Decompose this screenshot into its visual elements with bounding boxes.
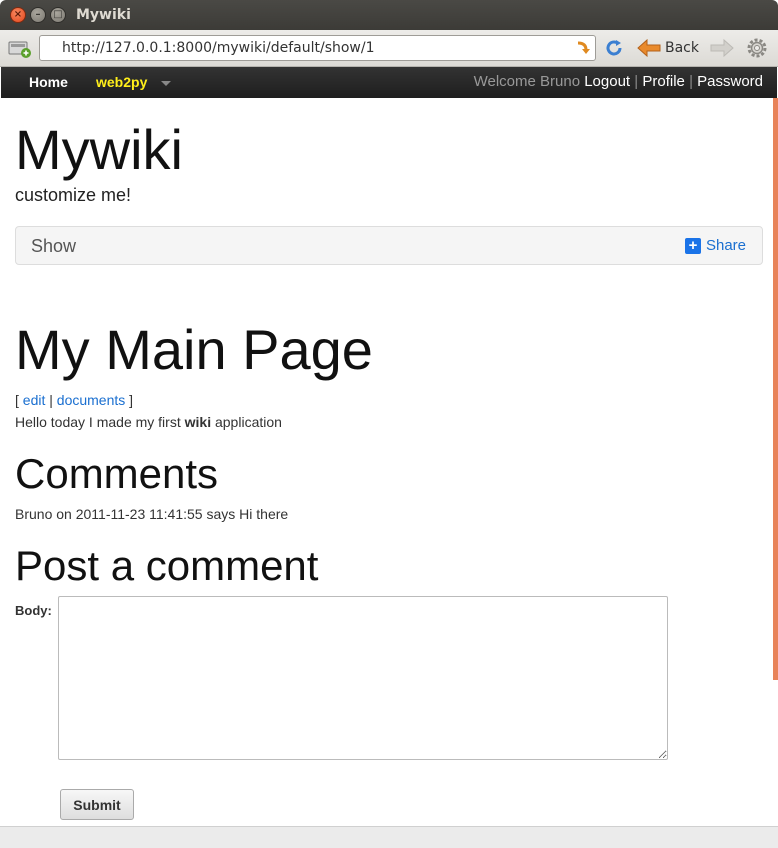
post-comment-heading: Post a comment <box>15 542 319 589</box>
welcome-text: Welcome Bruno <box>473 73 581 90</box>
documents-link[interactable]: documents <box>57 392 125 408</box>
body-field-label: Body: <box>15 603 52 618</box>
breadcrumb: Show + Share <box>15 226 763 265</box>
nav-web2py-menu[interactable]: web2py <box>96 74 147 90</box>
nav-separator: | <box>689 73 693 90</box>
logout-link[interactable]: Logout <box>584 73 630 90</box>
forward-icon[interactable] <box>710 38 734 58</box>
comment-body-textarea[interactable] <box>58 596 668 760</box>
chevron-down-icon[interactable] <box>161 81 171 86</box>
body-suffix: application <box>214 414 282 430</box>
window-title: Mywiki <box>76 7 131 23</box>
comment-item: Bruno on 2011-11-23 11:41:55 says Hi the… <box>15 506 289 522</box>
app-title: Mywiki <box>15 118 183 181</box>
url-input[interactable] <box>62 38 572 58</box>
user-nav: Welcome Bruno Logout | Profile | Passwor… <box>474 73 763 90</box>
submit-button[interactable]: Submit <box>60 789 134 820</box>
plus-icon: + <box>684 237 701 254</box>
back-arrow-icon <box>637 39 661 57</box>
breadcrumb-show: Show <box>31 236 77 256</box>
app-subtitle: customize me! <box>15 185 132 205</box>
back-label: Back <box>665 40 699 56</box>
comments-heading: Comments <box>15 450 219 497</box>
edit-link[interactable]: edit <box>23 392 46 408</box>
body-bold: wiki <box>184 414 212 430</box>
share-label: Share <box>705 237 746 254</box>
status-bar <box>0 826 778 848</box>
page-actions: [ edit | documents ] <box>15 392 133 408</box>
window-titlebar: × – □ Mywiki <box>0 0 778 30</box>
window-maximize-button[interactable]: □ <box>50 7 66 23</box>
page-content: Mywiki customize me! Show + Share My Mai… <box>1 98 773 826</box>
body-prefix: Hello today I made my first <box>15 414 181 430</box>
scrollbar[interactable] <box>773 98 778 680</box>
bracket-open: [ <box>15 392 19 408</box>
page-title: My Main Page <box>15 318 373 381</box>
page-body: Hello today I made my first wiki applica… <box>15 414 282 430</box>
reload-icon[interactable] <box>603 37 625 59</box>
link-separator: | <box>49 392 53 408</box>
site-topbar: Home web2py Welcome Bruno Logout | Profi… <box>1 67 777 98</box>
password-link[interactable]: Password <box>697 73 763 90</box>
page-icon <box>8 41 31 58</box>
scrollbar-track <box>773 680 778 826</box>
window-minimize-button[interactable]: – <box>30 7 46 23</box>
bracket-close: ] <box>129 392 134 408</box>
share-button[interactable]: + Share <box>684 237 746 254</box>
browser-toolbar: Back <box>0 30 778 67</box>
nav-separator: | <box>634 73 639 90</box>
url-go-icon[interactable] <box>575 40 591 56</box>
gear-icon[interactable] <box>745 36 769 60</box>
nav-home-link[interactable]: Home <box>29 74 68 90</box>
address-bar[interactable] <box>39 35 596 61</box>
back-button[interactable]: Back <box>637 36 699 60</box>
profile-link[interactable]: Profile <box>642 73 685 90</box>
window-close-button[interactable]: × <box>10 7 26 23</box>
